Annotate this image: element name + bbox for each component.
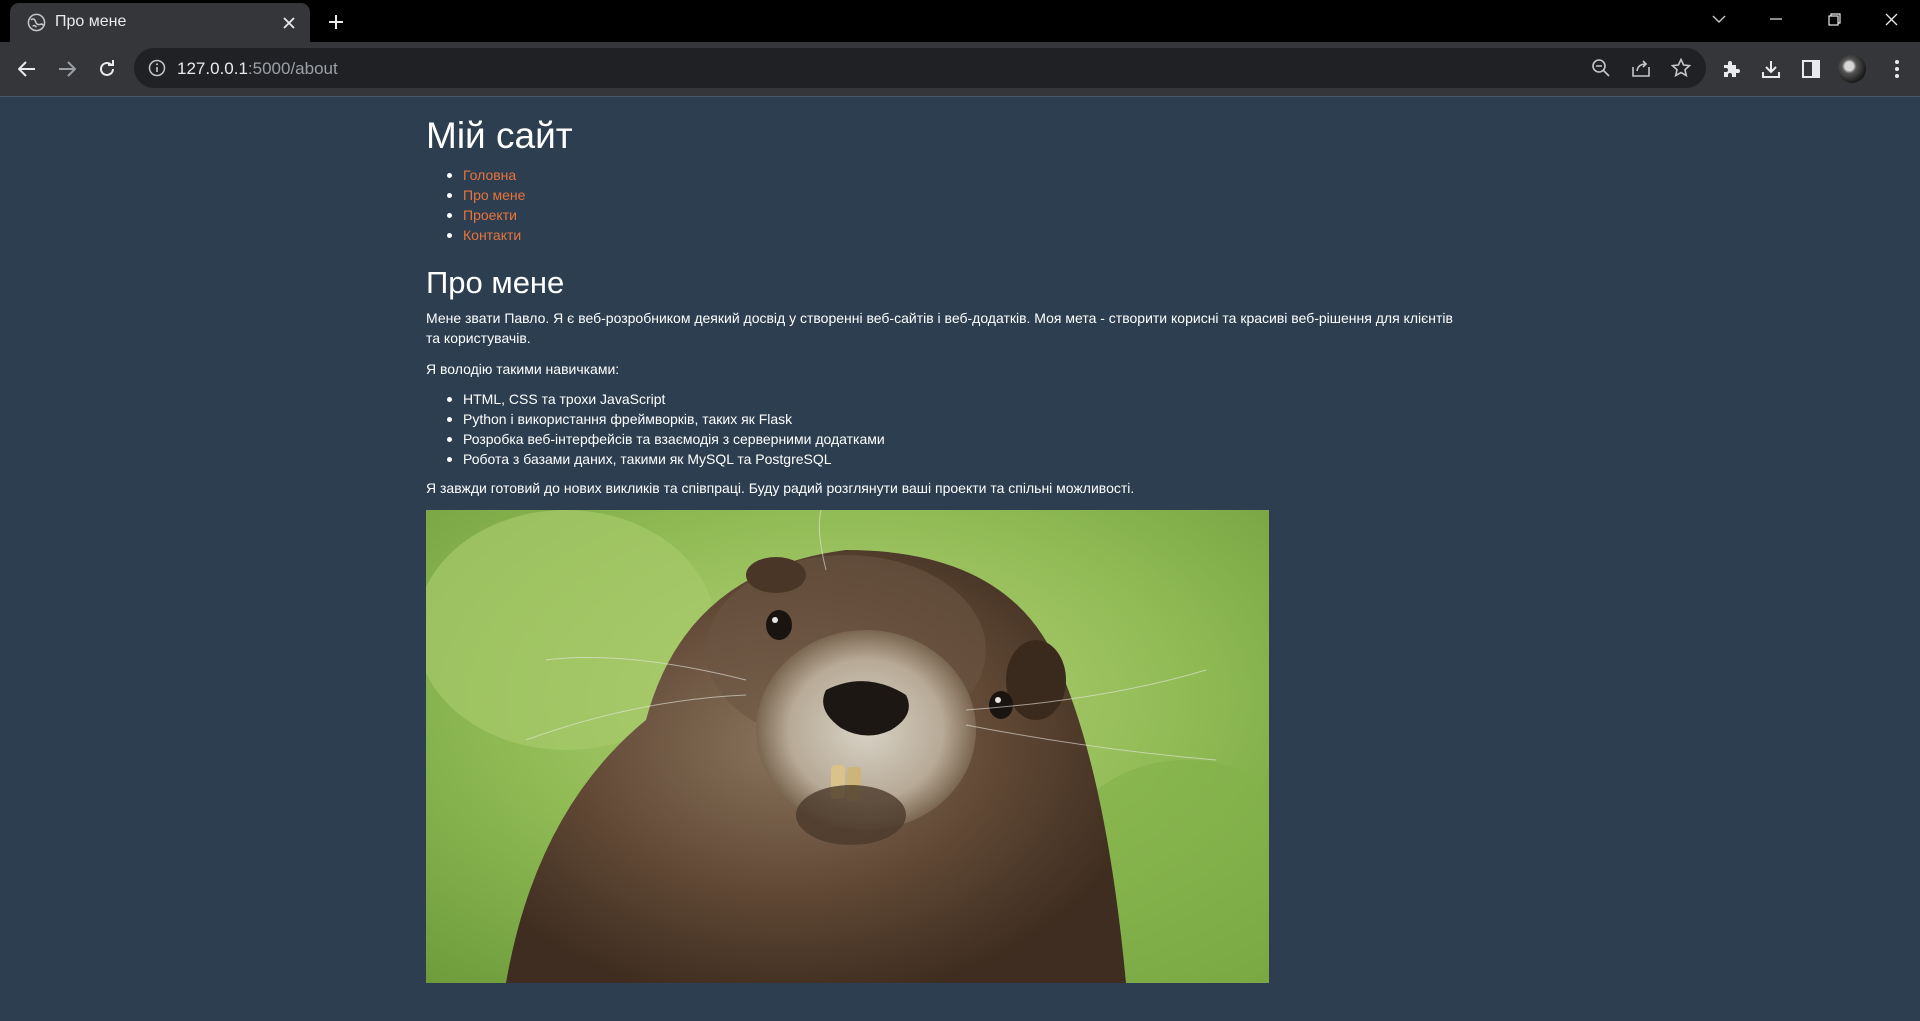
list-item: HTML, CSS та трохи JavaScript bbox=[426, 389, 885, 409]
share-button[interactable] bbox=[1630, 57, 1652, 79]
zoom-icon bbox=[1592, 59, 1610, 77]
extensions-icon bbox=[1724, 61, 1740, 77]
nav-link-projects[interactable]: Проекти bbox=[463, 207, 517, 223]
chevron-down-icon bbox=[1712, 15, 1726, 23]
downloads-button[interactable] bbox=[1758, 56, 1784, 82]
star-icon bbox=[1671, 58, 1691, 78]
globe-icon bbox=[27, 13, 46, 32]
reload-button[interactable] bbox=[92, 54, 122, 84]
extensions-button[interactable] bbox=[1718, 56, 1744, 82]
browser-titlebar: Про мене bbox=[0, 0, 1920, 42]
close-window-button[interactable] bbox=[1862, 0, 1920, 38]
nav-item-home: Головна bbox=[426, 165, 525, 185]
side-panel-button[interactable] bbox=[1798, 56, 1824, 82]
marmot-image bbox=[426, 510, 1269, 983]
intro-paragraph: Мене звати Павло. Я є веб-розробником де… bbox=[426, 310, 1453, 346]
nav-item-about: Про мене bbox=[426, 185, 525, 205]
skills-intro: Я володію такими навичками: bbox=[426, 361, 620, 377]
new-tab-button[interactable] bbox=[322, 8, 350, 36]
download-icon bbox=[1762, 61, 1780, 78]
avatar[interactable] bbox=[1838, 55, 1866, 83]
nav-link-contacts[interactable]: Контакти bbox=[463, 227, 521, 243]
tab-search-button[interactable] bbox=[1690, 0, 1748, 38]
closing-paragraph: Я завжди готовий до нових викликів та сп… bbox=[426, 480, 1135, 496]
browser-toolbar: 127.0.0.1:5000/about bbox=[0, 42, 1920, 96]
nav-item-projects: Проекти bbox=[426, 205, 525, 225]
back-button[interactable] bbox=[12, 54, 42, 84]
plus-icon bbox=[329, 15, 343, 29]
minimize-button[interactable] bbox=[1747, 0, 1805, 38]
list-item: Розробка веб-інтерфейсів та взаємодія з … bbox=[426, 429, 885, 449]
more-vertical-icon bbox=[1895, 60, 1899, 78]
tab-close-button[interactable] bbox=[278, 12, 300, 34]
minimize-icon bbox=[1770, 18, 1782, 20]
share-icon bbox=[1632, 60, 1650, 77]
side-panel-icon bbox=[1802, 60, 1820, 78]
nav-link-about[interactable]: Про мене bbox=[463, 187, 525, 203]
forward-icon bbox=[59, 61, 76, 77]
url-path: :5000/about bbox=[247, 59, 338, 78]
list-item: Робота з базами даних, такими як MySQL т… bbox=[426, 449, 885, 469]
info-icon[interactable] bbox=[148, 59, 166, 77]
forward-button[interactable] bbox=[52, 54, 82, 84]
zoom-button[interactable] bbox=[1590, 57, 1612, 79]
marmot-photo bbox=[426, 510, 1269, 983]
reload-icon bbox=[100, 60, 114, 76]
nav-link-home[interactable]: Головна bbox=[463, 167, 516, 183]
section-title: Про мене bbox=[426, 265, 565, 300]
browser-menu-button[interactable] bbox=[1884, 56, 1910, 82]
url-host: 127.0.0.1 bbox=[177, 59, 248, 78]
tab-title: Про мене bbox=[55, 13, 127, 30]
site-title: Мій сайт bbox=[426, 115, 573, 156]
list-item: Python і використання фреймворків, таких… bbox=[426, 409, 885, 429]
site-nav: Головна Про мене Проекти Контакти bbox=[426, 165, 525, 245]
skills-list: HTML, CSS та трохи JavaScript Python і в… bbox=[426, 389, 885, 469]
restore-icon bbox=[1827, 12, 1841, 26]
page-content: Мій сайт Головна Про мене Проекти Контак… bbox=[426, 97, 1496, 1021]
restore-button[interactable] bbox=[1805, 0, 1863, 38]
nav-item-contacts: Контакти bbox=[426, 225, 525, 245]
url-text[interactable]: 127.0.0.1:5000/about bbox=[177, 59, 338, 79]
bookmark-button[interactable] bbox=[1670, 57, 1692, 79]
close-icon bbox=[1885, 13, 1897, 25]
address-bar[interactable]: 127.0.0.1:5000/about bbox=[134, 48, 1706, 88]
back-icon bbox=[18, 61, 35, 77]
close-icon bbox=[283, 17, 295, 29]
browser-tab-active[interactable]: Про мене bbox=[10, 3, 310, 42]
